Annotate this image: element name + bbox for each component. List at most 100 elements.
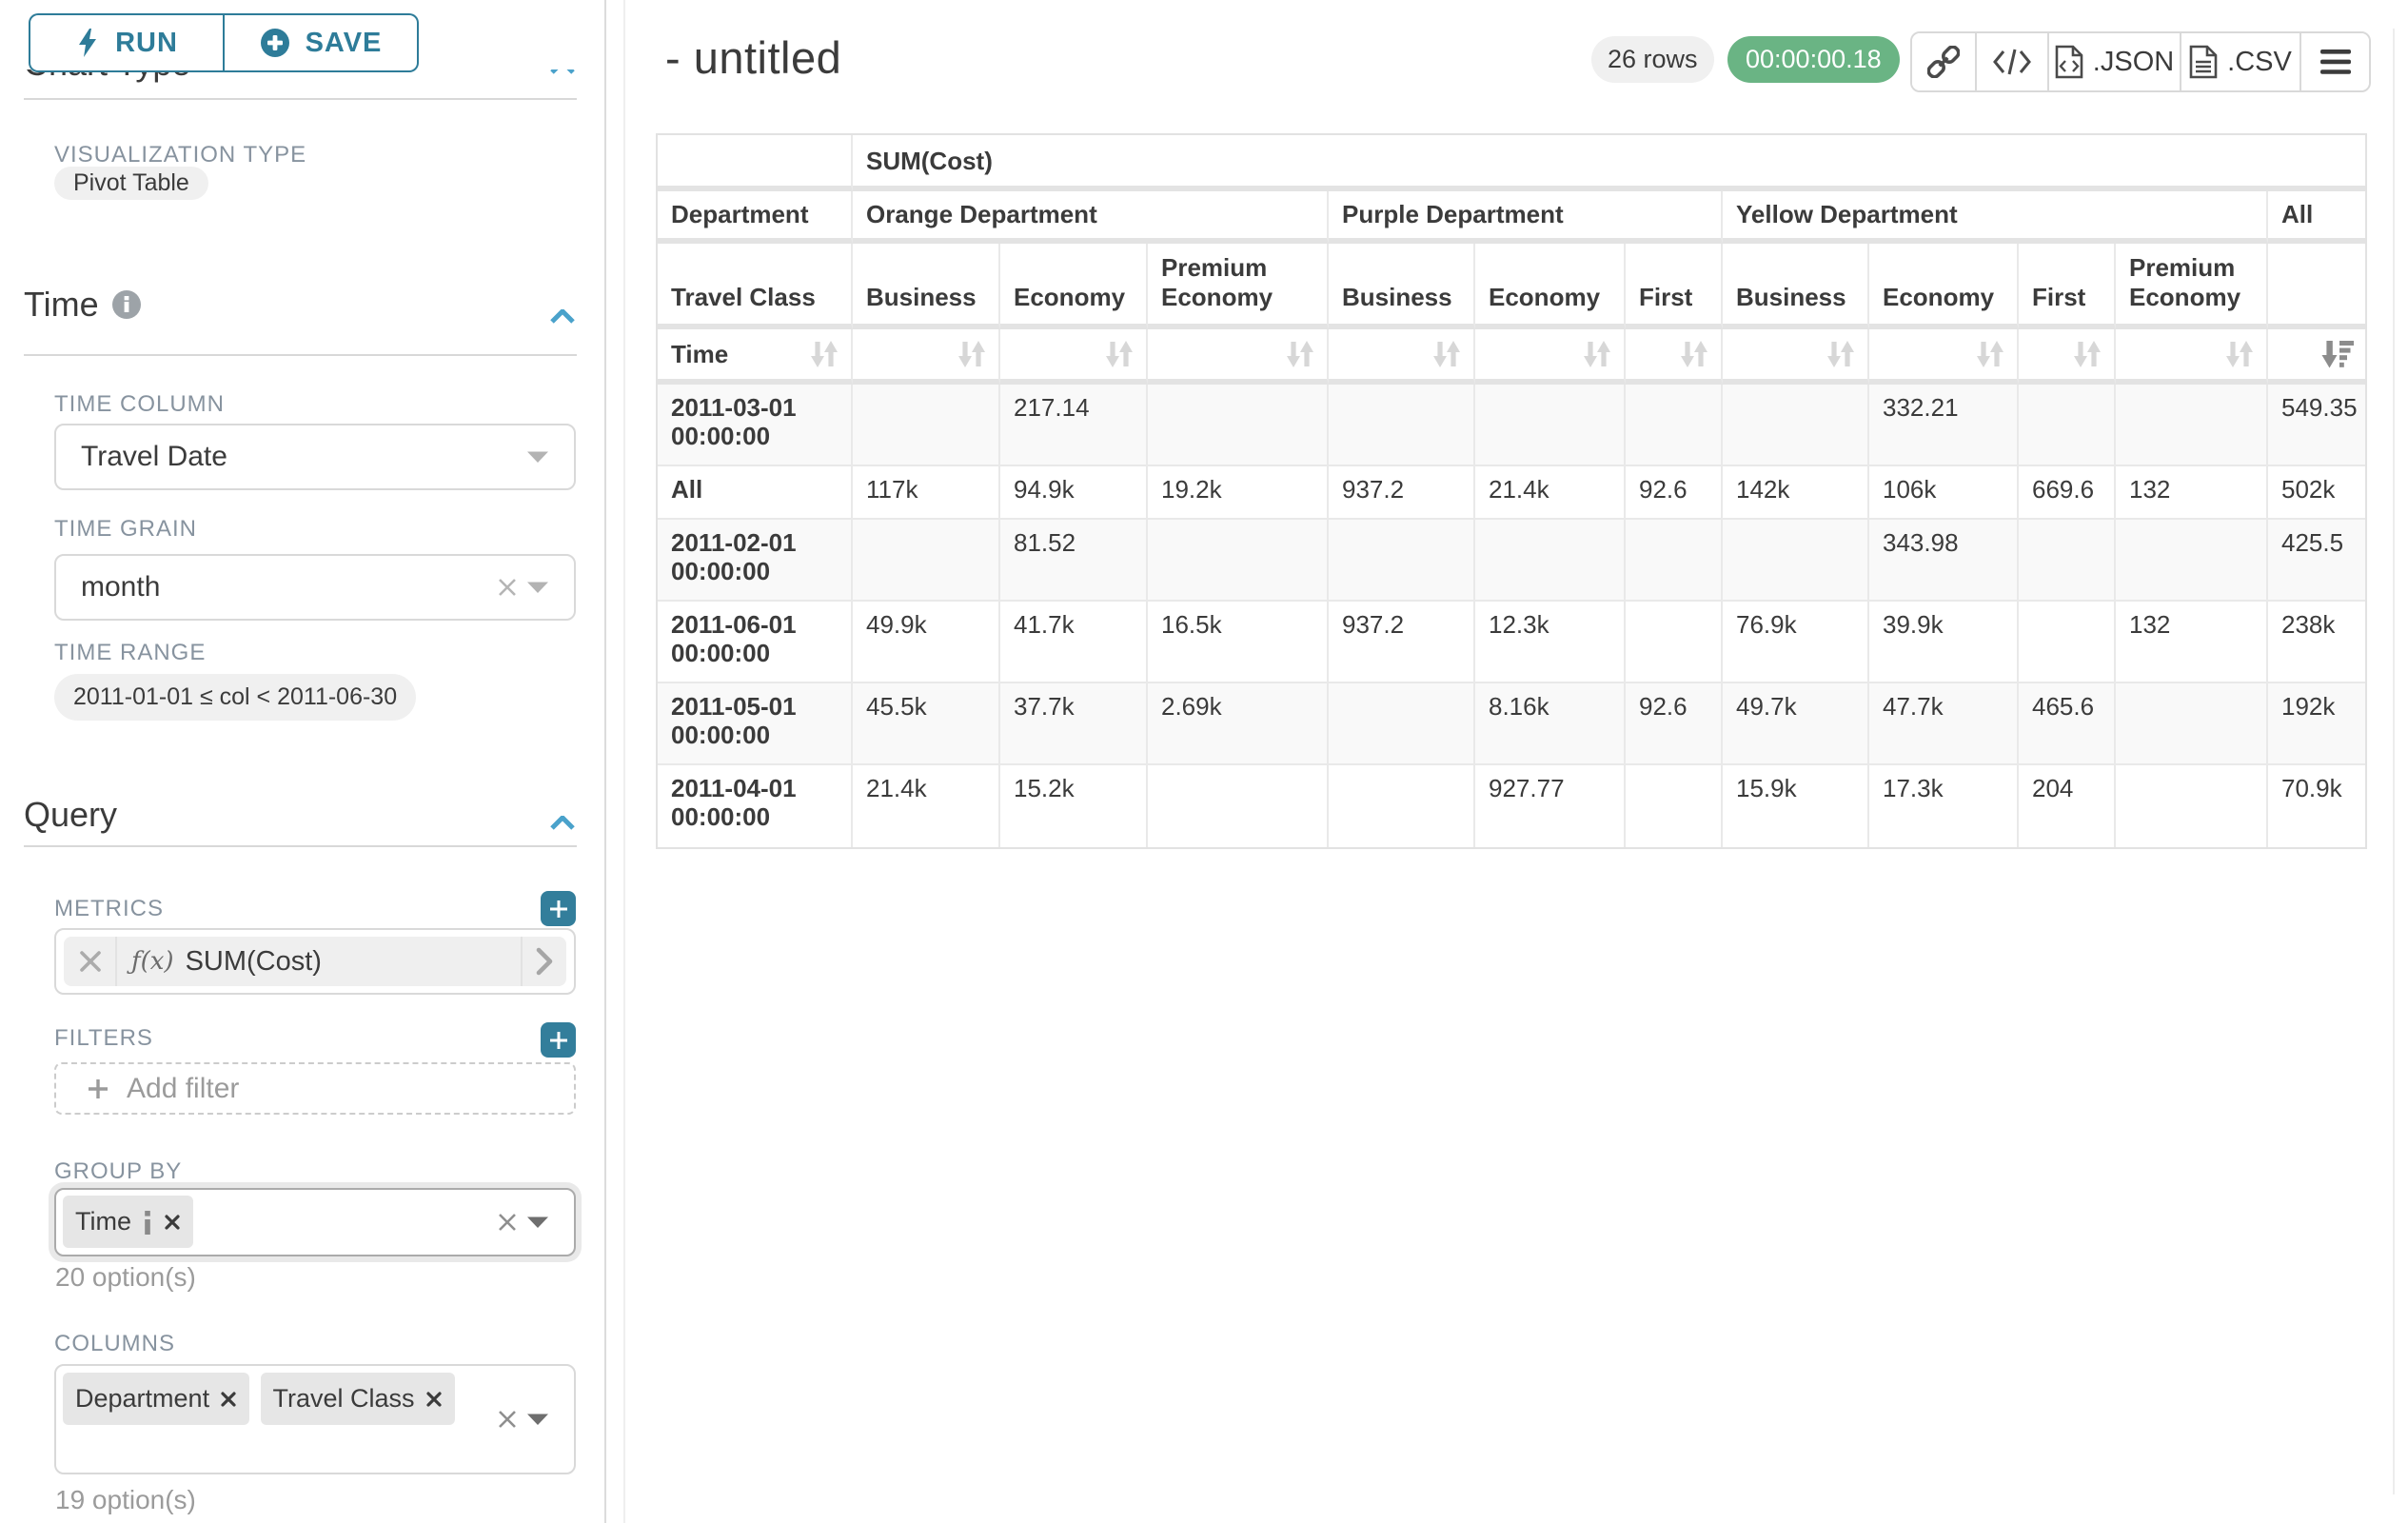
add-filter-label: Add filter — [127, 1073, 239, 1105]
panel-edge-line — [2393, 29, 2395, 1494]
pivot-value-cell: 92.6 — [1626, 683, 1723, 765]
chart-title: - untitled — [665, 31, 841, 84]
pivot-travel-class-header — [2268, 244, 2365, 329]
pivot-data-row: 2011-06-01 00:00:0049.9k41.7k16.5k937.21… — [658, 602, 2365, 683]
columns-tag[interactable]: Department — [63, 1373, 249, 1425]
metric-name: SUM(Cost) — [186, 946, 322, 978]
pivot-data-row: All117k94.9k19.2k937.221.4k92.6142k106k6… — [658, 466, 2365, 520]
time-range-value[interactable]: 2011-01-01 ≤ col < 2011-06-30 — [54, 674, 416, 721]
pivot-value-cell: 217.14 — [1000, 385, 1148, 466]
columns-select[interactable]: Department Travel Class — [54, 1364, 576, 1474]
sort-icon — [2224, 340, 2255, 368]
pivot-value-cell: 465.6 — [2019, 683, 2116, 765]
metrics-select[interactable]: ƒ(x) SUM(Cost) — [54, 928, 576, 995]
pivot-value-cell — [2116, 385, 2268, 466]
link-icon — [1927, 46, 1960, 78]
pivot-value-cell: 49.7k — [1723, 683, 1869, 765]
metrics-label: METRICS — [54, 896, 164, 922]
clear-icon[interactable] — [497, 1212, 518, 1233]
save-button[interactable]: SAVE — [224, 13, 419, 72]
pivot-value-cell: 106k — [1869, 466, 2019, 520]
pivot-sort-header[interactable] — [1475, 329, 1626, 385]
remove-icon[interactable] — [164, 1214, 181, 1231]
pivot-value-cell — [2019, 520, 2116, 602]
pivot-travel-class-header: Business — [1723, 244, 1869, 329]
divider — [24, 845, 577, 847]
pivot-corner-cell — [658, 135, 853, 191]
collapse-time-button[interactable] — [550, 309, 575, 328]
divider — [24, 354, 577, 356]
columns-tag[interactable]: Travel Class — [261, 1373, 455, 1425]
pivot-value-cell: 21.4k — [853, 765, 1000, 847]
panel-scrollbar-gutter[interactable] — [606, 0, 625, 1523]
sort-icon — [1975, 340, 2005, 368]
csv-file-icon — [2189, 45, 2218, 79]
pivot-sort-header[interactable] — [1723, 329, 1869, 385]
pivot-metric-header: SUM(Cost) — [853, 135, 2365, 191]
pivot-sort-header[interactable] — [2116, 329, 2268, 385]
sort-icon — [1431, 340, 1462, 368]
remove-icon[interactable] — [425, 1391, 443, 1408]
add-filter-dropzone[interactable]: Add filter — [54, 1062, 576, 1115]
pivot-value-cell — [1475, 520, 1626, 602]
time-column-select[interactable]: Travel Date — [54, 424, 576, 490]
group-by-tag[interactable]: Time — [63, 1196, 193, 1248]
time-column-label: TIME COLUMN — [54, 391, 225, 418]
sort-icon — [1582, 340, 1612, 368]
visualization-type-value[interactable]: Pivot Table — [54, 167, 208, 200]
sort-icon — [2072, 340, 2102, 368]
clear-icon[interactable] — [497, 577, 518, 598]
pivot-department-header: Orange Department — [853, 191, 1329, 244]
export-json-button[interactable]: .JSON — [2049, 33, 2181, 90]
pivot-header-metric-row: SUM(Cost) — [658, 135, 2365, 191]
expand-metric-button[interactable] — [536, 947, 553, 976]
share-link-button[interactable] — [1912, 33, 1977, 90]
chart-menu-button[interactable] — [2301, 33, 2369, 90]
remove-icon[interactable] — [220, 1391, 237, 1408]
pivot-sort-header[interactable] — [1869, 329, 2019, 385]
pivot-sort-header[interactable] — [1148, 329, 1329, 385]
pivot-value-cell: 15.9k — [1723, 765, 1869, 847]
query-timer-badge: 00:00:00.18 — [1727, 36, 1900, 83]
pivot-value-cell: 937.2 — [1329, 466, 1475, 520]
run-button[interactable]: RUN — [29, 13, 224, 72]
pivot-sort-header[interactable] — [1000, 329, 1148, 385]
pivot-value-cell — [1329, 385, 1475, 466]
section-title-text: Time — [24, 285, 99, 325]
pivot-data-row: 2011-04-01 00:00:0021.4k15.2k927.7715.9k… — [658, 765, 2365, 847]
pivot-row-header: 2011-03-01 00:00:00 — [658, 385, 853, 466]
metric-chip[interactable]: ƒ(x) SUM(Cost) — [64, 937, 566, 986]
pivot-row-header: 2011-04-01 00:00:00 — [658, 765, 853, 847]
pivot-sort-header[interactable] — [2019, 329, 2116, 385]
remove-icon[interactable] — [79, 950, 102, 973]
query-save-bar: RUN SAVE — [0, 0, 604, 69]
pivot-sort-header-active[interactable] — [2268, 329, 2365, 385]
pivot-value-cell: 549.35 — [2268, 385, 2365, 466]
chart-actions-group: .JSON .CSV — [1910, 31, 2371, 92]
pivot-value-cell: 8.16k — [1475, 683, 1626, 765]
collapse-query-button[interactable] — [550, 816, 575, 835]
export-csv-button[interactable]: .CSV — [2181, 33, 2301, 90]
chevron-right-icon[interactable] — [536, 947, 553, 976]
pivot-value-cell: 45.5k — [853, 683, 1000, 765]
pivot-value-cell: 19.2k — [1148, 466, 1329, 520]
time-grain-select[interactable]: month — [54, 554, 576, 621]
pivot-sort-header[interactable] — [853, 329, 1000, 385]
pivot-travel-class-header: Economy — [1000, 244, 1148, 329]
add-metric-button[interactable] — [541, 891, 576, 926]
view-query-button[interactable] — [1977, 33, 2049, 90]
pivot-sort-header[interactable] — [1329, 329, 1475, 385]
group-by-select[interactable]: Time — [54, 1188, 576, 1256]
clear-icon[interactable] — [497, 1409, 518, 1430]
pivot-value-cell — [2116, 765, 2268, 847]
pivot-time-label[interactable]: Time — [658, 329, 853, 385]
pivot-value-cell: 49.9k — [853, 602, 1000, 683]
pivot-value-cell: 21.4k — [1475, 466, 1626, 520]
section-title-text: Query — [24, 795, 117, 835]
time-grain-value: month — [81, 571, 160, 603]
pivot-travel-class-header: Economy — [1475, 244, 1626, 329]
add-filter-button[interactable] — [541, 1022, 576, 1058]
plus-icon — [547, 898, 570, 920]
pivot-sort-header[interactable] — [1626, 329, 1723, 385]
pivot-value-cell: 927.77 — [1475, 765, 1626, 847]
